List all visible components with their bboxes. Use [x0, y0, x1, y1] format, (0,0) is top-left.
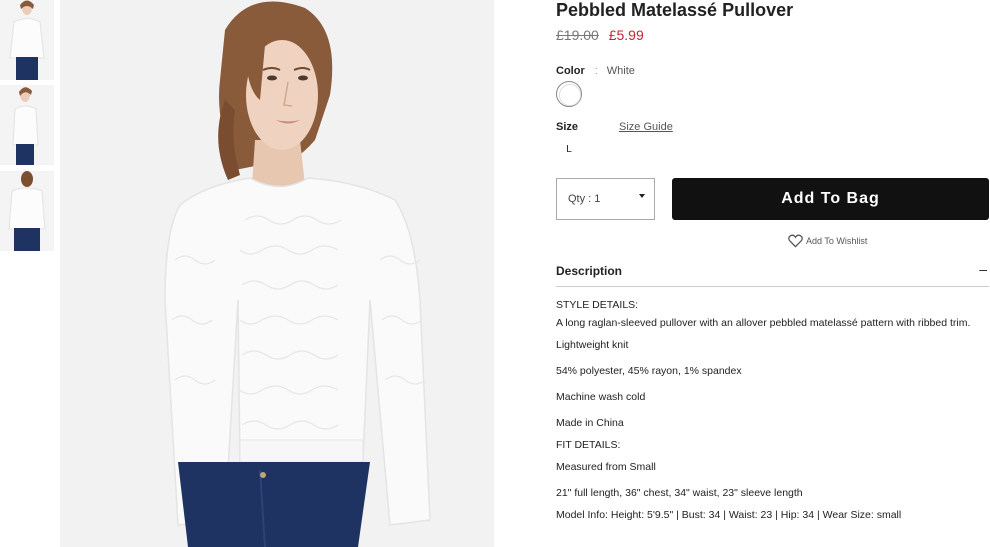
size-guide-link[interactable]: Size Guide: [619, 121, 673, 133]
color-separator: :: [594, 65, 598, 77]
thumbnail-side[interactable]: [0, 85, 54, 165]
thumbnail-front[interactable]: [0, 0, 54, 80]
size-row: Size Size Guide: [556, 121, 756, 133]
description-line: Lightweight knit: [556, 339, 629, 351]
description-line: Model Info: Height: 5'9.5" | Bust: 34 | …: [556, 509, 902, 521]
heart-icon: [788, 234, 803, 248]
sale-price: £5.99: [608, 27, 644, 43]
thumbnail-back-image: [0, 171, 54, 251]
main-product-image: [60, 0, 494, 547]
price-block: £19.00 £5.99: [556, 27, 644, 43]
original-price: £19.00: [556, 27, 599, 43]
add-to-wishlist-link[interactable]: Add To Wishlist: [788, 234, 867, 248]
quantity-select[interactable]: Qty : 1: [556, 178, 655, 220]
add-to-bag-button[interactable]: Add To Bag: [672, 178, 989, 220]
description-accordion-header[interactable]: Description –: [556, 261, 989, 287]
description-title: Description: [556, 264, 623, 278]
description-line: Made in China: [556, 417, 624, 429]
color-value: White: [606, 65, 635, 77]
description-line: FIT DETAILS:: [556, 439, 621, 451]
color-label: Color: [556, 65, 585, 77]
description-line: Measured from Small: [556, 461, 656, 473]
description-line: 21" full length, 36" chest, 34" waist, 2…: [556, 487, 803, 499]
size-option-l[interactable]: L: [556, 140, 582, 160]
collapse-icon[interactable]: –: [979, 261, 987, 277]
description-line: STYLE DETAILS:: [556, 299, 639, 311]
thumbnail-back[interactable]: [0, 171, 54, 251]
size-label: Size: [556, 121, 579, 133]
model-photo: [60, 0, 494, 547]
color-row: Color: White: [556, 65, 635, 77]
description-line: 54% polyester, 45% rayon, 1% spandex: [556, 365, 742, 377]
description-line: Machine wash cold: [556, 391, 646, 403]
description-line: A long raglan-sleeved pullover with an a…: [556, 317, 971, 329]
caret-down-icon: [639, 194, 645, 198]
quantity-value: Qty : 1: [568, 193, 601, 205]
product-title: Pebbled Matelassé Pullover: [556, 0, 794, 20]
thumbnail-front-image: [0, 0, 54, 80]
wishlist-label: Add To Wishlist: [806, 236, 868, 246]
thumbnail-side-image: [0, 85, 54, 165]
color-swatch-white[interactable]: [556, 81, 582, 107]
